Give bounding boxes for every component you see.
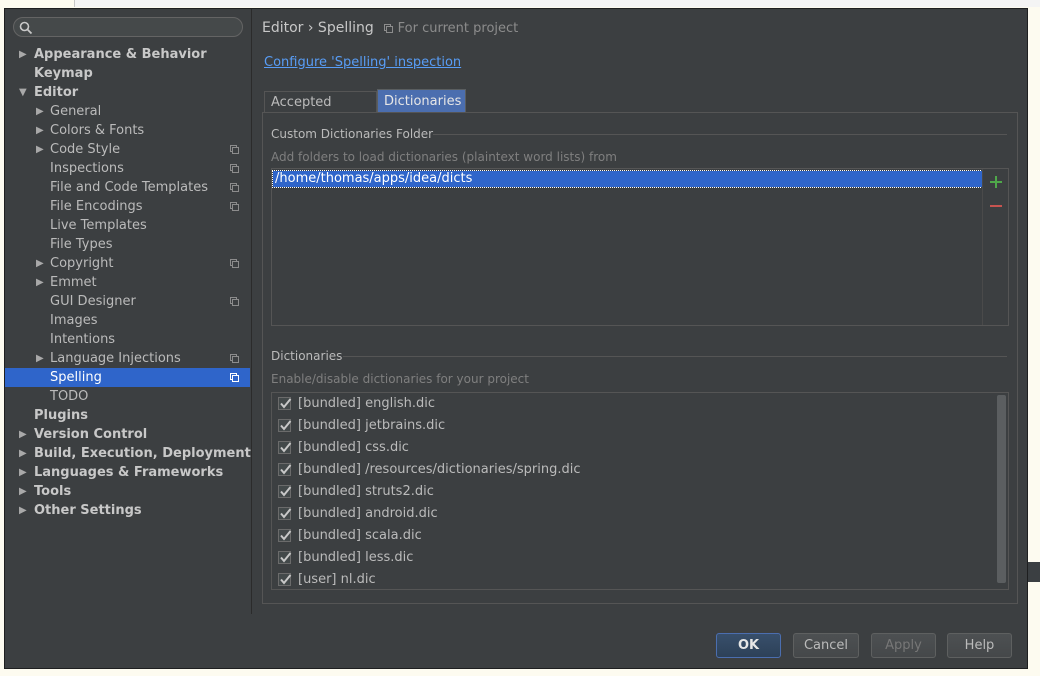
project-scope-icon	[230, 164, 239, 173]
background-window-edge	[1028, 562, 1040, 582]
project-scope-icon	[230, 145, 239, 154]
sidebar-item-intentions[interactable]: Intentions	[5, 330, 250, 349]
tab-accepted-words[interactable]: Accepted Words	[264, 91, 377, 132]
dictionaries-hint: Enable/disable dictionaries for your pro…	[271, 372, 529, 386]
list-item[interactable]: /home/thomas/apps/idea/dicts	[272, 170, 983, 188]
checkbox[interactable]	[278, 397, 292, 410]
help-button[interactable]: Help	[947, 633, 1012, 658]
sidebar-item-copyright[interactable]: ▶ Copyright	[5, 254, 250, 273]
tab-dictionaries[interactable]: Dictionaries	[377, 89, 466, 114]
expand-arrow-icon: ▶	[19, 486, 27, 497]
checkbox[interactable]	[278, 463, 292, 476]
sidebar-item-general[interactable]: ▶ General	[5, 102, 250, 121]
expand-arrow-icon: ▶	[36, 125, 44, 136]
expand-arrow-icon: ▶	[36, 353, 44, 364]
dictionaries-panel: Custom Dictionaries Folder Add folders t…	[262, 112, 1018, 604]
project-scope-icon	[230, 183, 239, 192]
add-icon[interactable]	[987, 173, 1005, 191]
expand-arrow-icon: ▶	[19, 429, 27, 440]
sidebar-item-languages-frameworks[interactable]: ▶ Languages & Frameworks	[5, 463, 250, 482]
project-scope-icon	[384, 24, 394, 33]
collapse-arrow-icon: ▼	[19, 87, 27, 98]
dictionaries-list: [bundled] english.dic [bundled] jetbrain…	[271, 392, 1009, 590]
sidebar-item-file-types[interactable]: File Types	[5, 235, 250, 254]
checkbox[interactable]	[278, 551, 292, 564]
breadcrumb-path: Editor › Spelling	[262, 20, 374, 36]
expand-arrow-icon: ▶	[36, 277, 44, 288]
scrollbar[interactable]	[997, 395, 1006, 583]
breadcrumb: Editor › Spelling For current project	[262, 19, 518, 37]
checkbox[interactable]	[278, 573, 292, 586]
folders-toolbar	[982, 169, 1009, 325]
sidebar-item-editor[interactable]: ▼ Editor	[5, 83, 250, 102]
checkbox[interactable]	[278, 441, 292, 454]
project-scope-icon	[230, 202, 239, 211]
project-scope-icon	[230, 373, 239, 382]
expand-arrow-icon: ▶	[36, 144, 44, 155]
checkbox[interactable]	[278, 507, 292, 520]
background-window-strip	[0, 0, 1040, 8]
expand-arrow-icon: ▶	[19, 505, 27, 516]
settings-dialog: ▶ Appearance & Behavior Keymap ▼ Editor …	[4, 8, 1028, 669]
ok-button[interactable]: OK	[716, 633, 781, 658]
project-scope-icon	[230, 354, 239, 363]
sidebar-item-other-settings[interactable]: ▶ Other Settings	[5, 501, 250, 520]
sidebar-item-gui-designer[interactable]: GUI Designer	[5, 292, 250, 311]
sidebar-item-keymap[interactable]: Keymap	[5, 64, 250, 83]
checkbox[interactable]	[278, 529, 292, 542]
expand-arrow-icon: ▶	[19, 49, 27, 60]
configure-inspection-link[interactable]: Configure 'Spelling' inspection	[264, 55, 461, 71]
sidebar-item-file-encodings[interactable]: File Encodings	[5, 197, 250, 216]
expand-arrow-icon: ▶	[19, 448, 27, 459]
search-icon	[19, 21, 33, 35]
sidebar-item-file-code-templates[interactable]: File and Code Templates	[5, 178, 250, 197]
apply-button[interactable]: Apply	[871, 633, 936, 658]
custom-folders-list: /home/thomas/apps/idea/dicts	[271, 168, 1009, 326]
sidebar-item-language-injections[interactable]: ▶ Language Injections	[5, 349, 250, 368]
expand-arrow-icon: ▶	[36, 106, 44, 117]
custom-folders-title: Custom Dictionaries Folder	[271, 127, 434, 141]
sidebar-item-build-execution-deployment[interactable]: ▶ Build, Execution, Deployment	[5, 444, 251, 463]
dictionaries-title: Dictionaries	[271, 349, 343, 363]
divider	[343, 356, 1007, 357]
settings-sidebar: ▶ Appearance & Behavior Keymap ▼ Editor …	[5, 9, 252, 614]
sidebar-item-todo[interactable]: TODO	[5, 387, 250, 406]
sidebar-item-spelling[interactable]: Spelling	[5, 368, 250, 387]
sidebar-item-colors-fonts[interactable]: ▶ Colors & Fonts	[5, 121, 250, 140]
sidebar-item-plugins[interactable]: Plugins	[5, 406, 250, 425]
project-scope-icon	[230, 297, 239, 306]
sidebar-item-code-style[interactable]: ▶ Code Style	[5, 140, 250, 159]
checkbox[interactable]	[278, 485, 292, 498]
custom-folders-hint: Add folders to load dictionaries (plaint…	[271, 150, 617, 164]
sidebar-item-emmet[interactable]: ▶ Emmet	[5, 273, 250, 292]
sidebar-item-tools[interactable]: ▶ Tools	[5, 482, 250, 501]
sidebar-item-live-templates[interactable]: Live Templates	[5, 216, 250, 235]
checkbox[interactable]	[278, 419, 292, 432]
remove-icon[interactable]	[987, 197, 1005, 215]
divider	[433, 134, 1007, 135]
sidebar-item-version-control[interactable]: ▶ Version Control	[5, 425, 250, 444]
sidebar-item-inspections[interactable]: Inspections	[5, 159, 250, 178]
expand-arrow-icon: ▶	[36, 258, 44, 269]
cancel-button[interactable]: Cancel	[793, 633, 859, 658]
sidebar-item-images[interactable]: Images	[5, 311, 250, 330]
expand-arrow-icon: ▶	[19, 467, 27, 478]
project-scope-icon	[230, 259, 239, 268]
scope-label: For current project	[397, 21, 519, 36]
sidebar-item-appearance-behavior[interactable]: ▶ Appearance & Behavior	[5, 45, 250, 64]
search-input[interactable]	[13, 17, 243, 37]
